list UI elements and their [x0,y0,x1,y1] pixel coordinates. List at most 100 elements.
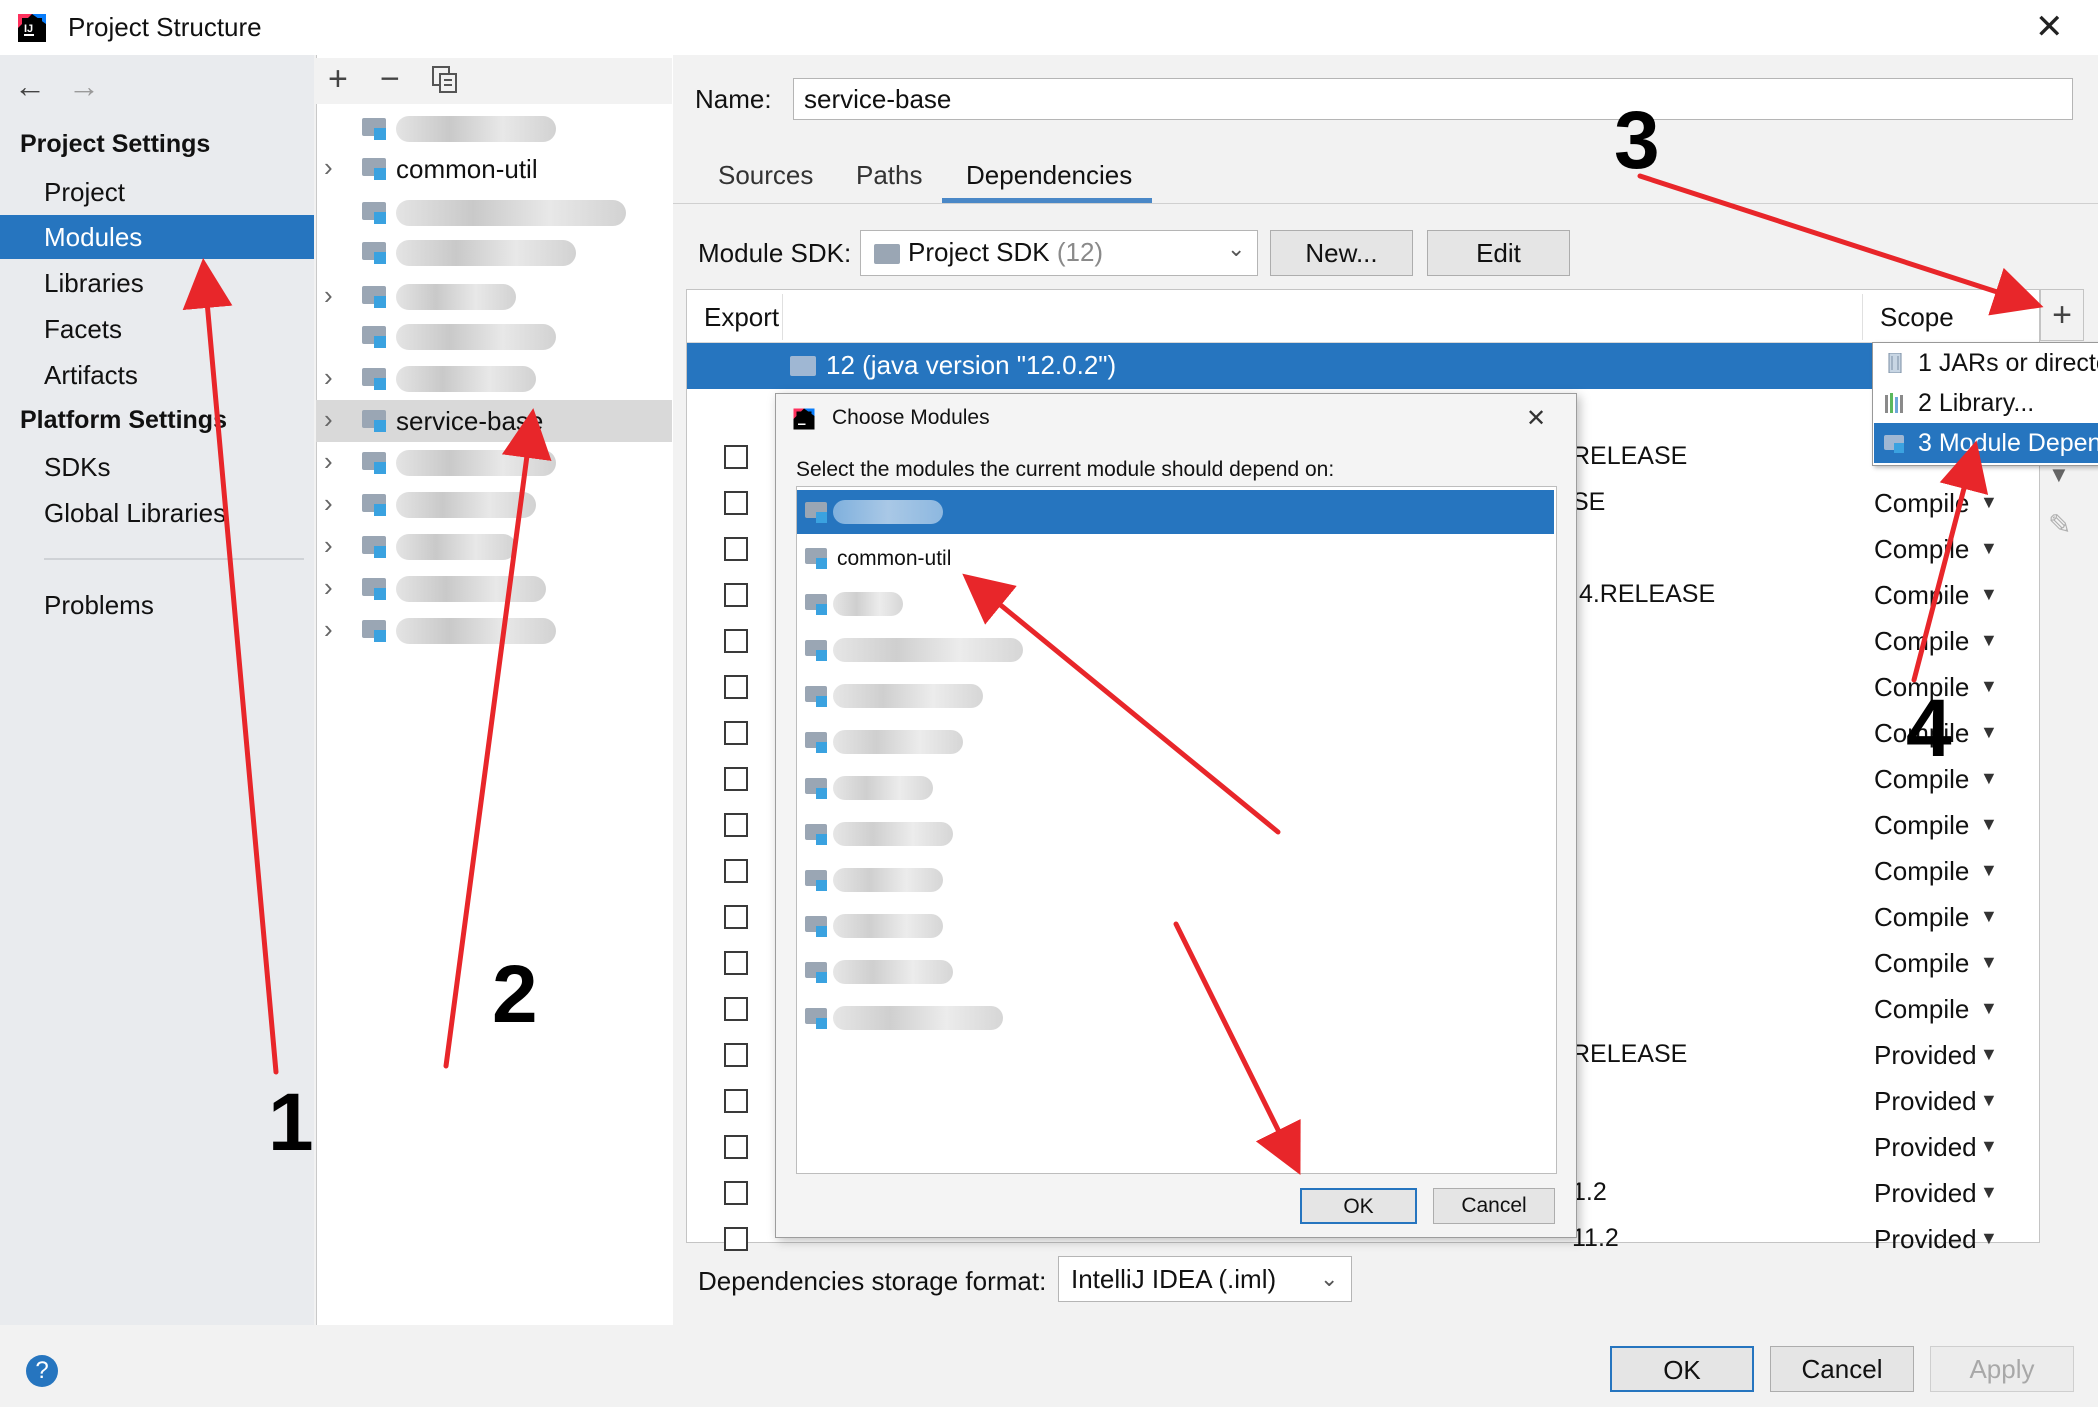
forward-arrow-icon[interactable]: → [68,68,100,105]
export-checkbox[interactable] [724,721,748,745]
scope-select[interactable]: Compile [1874,718,1969,749]
module-choice-item[interactable] [797,490,1554,534]
export-checkbox[interactable] [724,997,748,1021]
chevron-down-icon[interactable]: ▼ [1980,676,1998,697]
export-checkbox[interactable] [724,905,748,929]
cancel-button[interactable]: Cancel [1770,1346,1914,1392]
module-choice-item[interactable] [797,766,1554,810]
export-checkbox[interactable] [724,1181,748,1205]
export-checkbox[interactable] [724,1089,748,1113]
export-checkbox[interactable] [724,583,748,607]
sidebar-item-modules[interactable]: Modules [0,215,314,259]
export-checkbox[interactable] [724,537,748,561]
module-choice-item[interactable] [797,996,1554,1040]
tree-row[interactable] [316,108,672,150]
module-choice-item[interactable] [797,582,1554,626]
chevron-down-icon[interactable]: ▼ [1980,1228,1998,1249]
scope-select[interactable]: Provided [1874,1132,1977,1163]
chevron-down-icon[interactable]: ▼ [1980,1044,1998,1065]
tree-row[interactable]: › [316,526,672,568]
module-choice-item[interactable] [797,812,1554,856]
chevron-right-icon[interactable]: › [324,404,333,435]
module-choice-item[interactable] [797,904,1554,948]
tree-row[interactable]: › common-util [316,148,672,190]
edit-pencil-icon[interactable]: ✎ [2048,508,2071,541]
module-choice-item[interactable]: common-util [797,536,1554,580]
sidebar-item-project[interactable]: Project [0,170,314,214]
tree-row[interactable]: › [316,442,672,484]
tree-row[interactable]: › [316,484,672,526]
tab-dependencies[interactable]: Dependencies [966,160,1132,191]
export-checkbox[interactable] [724,1227,748,1251]
window-close-button[interactable]: ✕ [2035,10,2064,44]
scope-select[interactable]: Compile [1874,810,1969,841]
export-checkbox[interactable] [724,767,748,791]
column-header-scope[interactable]: Scope [1880,302,1954,333]
help-icon[interactable]: ? [26,1355,58,1387]
tree-row[interactable] [316,316,672,358]
tree-row[interactable]: › [316,568,672,610]
tree-row[interactable]: › [316,276,672,318]
scope-select[interactable]: Provided [1874,1178,1977,1209]
export-checkbox[interactable] [724,813,748,837]
tree-row[interactable]: › service-base [316,400,672,442]
remove-module-button[interactable]: − [380,60,400,99]
scope-select[interactable]: Compile [1874,488,1969,519]
sidebar-item-libraries[interactable]: Libraries [0,261,314,305]
chevron-down-icon[interactable]: ▼ [1980,492,1998,513]
scope-select[interactable]: Compile [1874,580,1969,611]
chevron-down-icon[interactable]: ▼ [1980,538,1998,559]
scope-select[interactable]: Compile [1874,534,1969,565]
back-arrow-icon[interactable]: ← [14,68,46,105]
export-checkbox[interactable] [724,629,748,653]
column-header-export[interactable]: Export [704,302,779,333]
chevron-right-icon[interactable]: › [324,488,333,519]
ok-button[interactable]: OK [1610,1346,1754,1392]
scope-select[interactable]: Compile [1874,626,1969,657]
tree-row[interactable]: › [316,358,672,400]
popup-item-module-dependency[interactable]: 3 Module Dependency... [1874,423,2098,463]
tree-row[interactable]: › [316,610,672,652]
dialog-cancel-button[interactable]: Cancel [1433,1188,1555,1224]
chevron-right-icon[interactable]: › [324,446,333,477]
chevron-down-icon[interactable]: ▼ [1980,906,1998,927]
sidebar-item-sdks[interactable]: SDKs [0,445,314,489]
export-checkbox[interactable] [724,675,748,699]
chevron-right-icon[interactable]: › [324,152,333,183]
module-choice-item[interactable] [797,858,1554,902]
export-checkbox[interactable] [724,491,748,515]
add-dependency-button[interactable]: + [2040,289,2084,341]
sidebar-item-problems[interactable]: Problems [0,583,314,627]
chevron-down-icon[interactable]: ▼ [1980,998,1998,1019]
chevron-right-icon[interactable]: › [324,530,333,561]
storage-format-select[interactable]: IntelliJ IDEA (.iml) [1058,1256,1352,1302]
chevron-down-icon[interactable]: ▼ [1980,860,1998,881]
scope-select[interactable]: Compile [1874,856,1969,887]
chevron-down-icon[interactable]: ▼ [1980,722,1998,743]
export-checkbox[interactable] [724,445,748,469]
chevron-down-icon[interactable]: ▼ [1980,584,1998,605]
chevron-down-icon[interactable]: ▼ [1980,630,1998,651]
chevron-right-icon[interactable]: › [324,362,333,393]
chevron-down-icon[interactable]: ▼ [1980,1136,1998,1157]
chevron-right-icon[interactable]: › [324,280,333,311]
scope-select[interactable]: Compile [1874,948,1969,979]
chevron-right-icon[interactable]: › [324,572,333,603]
scope-select[interactable]: Compile [1874,672,1969,703]
tab-paths[interactable]: Paths [856,160,923,191]
scope-select[interactable]: Compile [1874,994,1969,1025]
module-choice-item[interactable] [797,628,1554,672]
scope-select[interactable]: Provided [1874,1224,1977,1255]
export-checkbox[interactable] [724,859,748,883]
tree-row[interactable] [316,192,672,234]
tree-row[interactable] [316,232,672,274]
export-checkbox[interactable] [724,1135,748,1159]
chevron-down-icon[interactable]: ▼ [1980,1182,1998,1203]
chevron-right-icon[interactable]: › [324,614,333,645]
apply-button[interactable]: Apply [1930,1346,2074,1392]
chevron-down-icon[interactable]: ▼ [1980,768,1998,789]
chevron-down-icon[interactable]: ▼ [1980,814,1998,835]
sidebar-item-global-libraries[interactable]: Global Libraries [0,491,314,535]
copy-icon[interactable] [432,66,458,94]
module-choice-item[interactable] [797,674,1554,718]
